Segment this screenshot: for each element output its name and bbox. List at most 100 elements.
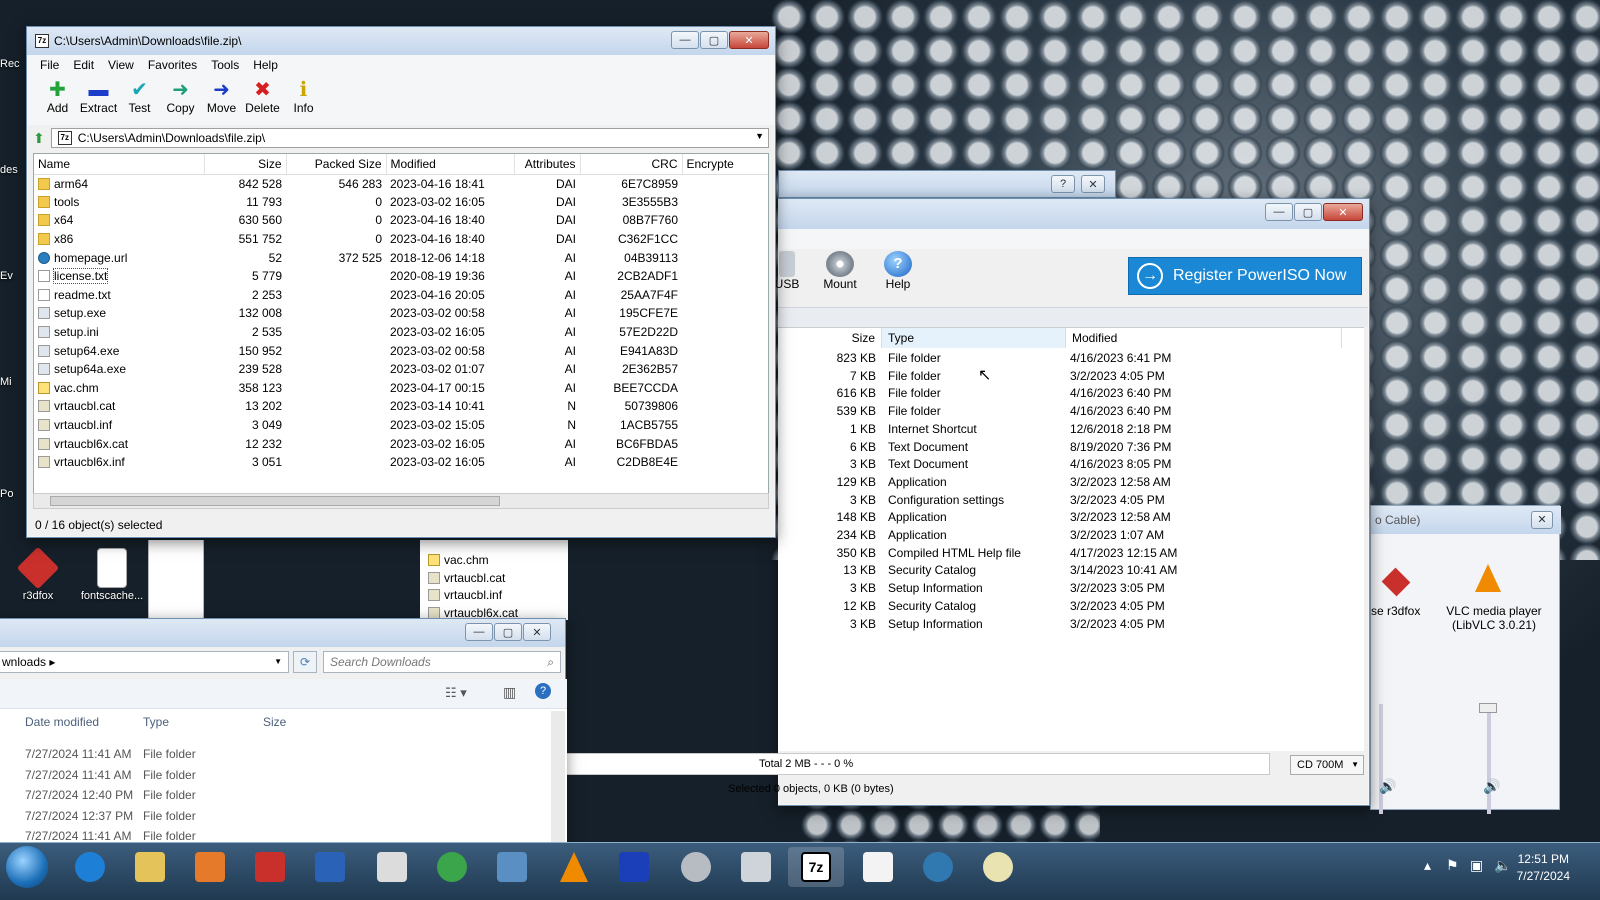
taskbar-button[interactable]	[910, 847, 966, 887]
network-icon[interactable]: ▣	[1470, 857, 1483, 874]
list-item[interactable]: 234 KB Application 3/2/2023 1:07 AM	[778, 527, 1364, 545]
taskbar-button[interactable]	[62, 847, 118, 887]
preview-pane-icon[interactable]: ▥	[503, 684, 516, 701]
chevron-down-icon[interactable]: ▼	[755, 131, 764, 141]
vertical-scrollbar[interactable]	[551, 711, 565, 859]
list-item[interactable]: 13 KB Security Catalog 3/14/2023 10:41 AM	[778, 562, 1364, 580]
table-row[interactable]: setup64.exe 150 952 2023-03-02 00:58 AI E941…	[34, 341, 768, 360]
table-row[interactable]: setup64a.exe 239 528 2023-03-02 01:07 AI 2E3…	[34, 360, 768, 379]
list-item[interactable]: 3 KB Setup Information 3/2/2023 3:05 PM	[778, 580, 1364, 598]
list-item[interactable]: 129 KB Application 3/2/2023 12:58 AM	[778, 474, 1364, 492]
table-row[interactable]: readme.txt 2 253 2023-04-16 20:05 AI 25AA7F4…	[34, 286, 768, 305]
refresh-icon[interactable]: ⟳	[293, 651, 317, 673]
maximize-button[interactable]: ▢	[494, 623, 522, 641]
flag-icon[interactable]: ⚑	[1446, 857, 1459, 874]
scrollbar-thumb[interactable]	[50, 496, 500, 506]
show-hidden-icons[interactable]: ▴	[1424, 857, 1431, 874]
list-item[interactable]: 616 KB File folder 4/16/2023 6:40 PM	[778, 385, 1364, 403]
taskbar-button[interactable]	[182, 847, 238, 887]
menu-favorites[interactable]: Favorites	[141, 58, 204, 72]
menu-tools[interactable]: Tools	[204, 58, 246, 72]
column-header-date[interactable]: Date modified	[25, 715, 99, 729]
address-input[interactable]: 7z C:\Users\Admin\Downloads\file.zip\ ▼	[50, 128, 769, 148]
list-item[interactable]: 7 KB File folder 3/2/2023 4:05 PM	[778, 368, 1364, 386]
taskbar-button[interactable]	[970, 847, 1026, 887]
column-header-attributes[interactable]: Attributes	[514, 154, 581, 175]
list-item[interactable]: 1 KB Internet Shortcut 12/6/2018 2:18 PM	[778, 421, 1364, 439]
table-row[interactable]: x86 551 752 0 2023-04-16 18:40 DAI C362F1CC	[34, 230, 768, 249]
close-button[interactable]: ✕	[1323, 203, 1363, 221]
list-item[interactable]: 148 KB Application 3/2/2023 12:58 AM	[778, 509, 1364, 527]
toolbar-button-info[interactable]: ℹ Info	[283, 79, 324, 115]
close-button[interactable]: ✕	[1081, 175, 1105, 193]
view-options-icon[interactable]: ☷ ▾	[445, 685, 467, 701]
table-row[interactable]: vrtaucbl6x.cat 12 232 2023-03-02 16:05 AI BC…	[34, 434, 768, 453]
clock[interactable]: 12:51 PM 7/27/2024	[1517, 851, 1570, 885]
volume-slider[interactable]	[1379, 704, 1383, 814]
search-input[interactable]: Search Downloads ⌕	[323, 651, 561, 673]
table-row[interactable]: setup.exe 132 008 2023-03-02 00:58 AI 195CFE…	[34, 304, 768, 323]
toolbar-button-move[interactable]: ➜ Move	[201, 79, 242, 115]
taskbar-button[interactable]	[424, 847, 480, 887]
taskbar-button[interactable]	[606, 847, 662, 887]
list-item[interactable]: 3 KB Text Document 4/16/2023 8:05 PM	[778, 456, 1364, 474]
tree-item[interactable]: vrtaucbl.inf	[428, 587, 518, 605]
mount-tool-button[interactable]: Mount	[816, 251, 864, 291]
table-row[interactable]: vrtaucbl.cat 13 202 2023-03-14 10:41 N 50739…	[34, 397, 768, 416]
toolbar-button-add[interactable]: ✚ Add	[37, 79, 78, 115]
slider-thumb[interactable]	[1479, 703, 1497, 713]
list-item[interactable]: 7/27/2024 11:41 AM File folder	[0, 747, 547, 765]
toolbar-button-copy[interactable]: ➜ Copy	[160, 79, 201, 115]
toolbar-button-delete[interactable]: ✖ Delete	[242, 79, 283, 115]
list-item[interactable]: 7/27/2024 11:41 AM File folder	[0, 768, 547, 786]
list-item[interactable]: 7/27/2024 12:40 PM File folder	[0, 788, 547, 806]
table-row[interactable]: tools 11 793 0 2023-03-02 16:05 DAI 3E3555B3	[34, 193, 768, 212]
desktop-icon-r3dfox[interactable]: r3dfox	[2, 546, 74, 602]
minimize-button[interactable]: —	[465, 623, 493, 641]
maximize-button[interactable]: ▢	[1294, 203, 1322, 221]
taskbar-button[interactable]: 7z	[788, 847, 844, 887]
column-header-name[interactable]: Name	[34, 154, 205, 175]
menu-edit[interactable]: Edit	[66, 58, 101, 72]
column-header-size[interactable]: Size	[204, 154, 287, 175]
desktop-icon-fontscache[interactable]: fontscache...	[76, 548, 148, 602]
media-type-select[interactable]: CD 700M ▼	[1290, 755, 1364, 775]
taskbar-button[interactable]	[850, 847, 906, 887]
list-item[interactable]: 350 KB Compiled HTML Help file 4/17/2023 1…	[778, 545, 1364, 563]
usb-tool-button[interactable]: USB	[772, 251, 802, 291]
list-item[interactable]: 539 KB File folder 4/16/2023 6:40 PM	[778, 403, 1364, 421]
taskbar-button[interactable]	[122, 847, 178, 887]
column-header-crc[interactable]: CRC	[580, 154, 683, 175]
horizontal-scrollbar[interactable]	[33, 493, 769, 509]
table-row[interactable]: license.txt 5 779 2020-08-19 19:36 AI 2CB2AD…	[34, 267, 768, 286]
taskbar-button[interactable]	[364, 847, 420, 887]
breadcrumb[interactable]: wnloads ▸ ▼	[0, 651, 289, 673]
volume-icon[interactable]: 🔈	[1494, 857, 1511, 874]
toolbar-button-test[interactable]: ✔ Test	[119, 79, 160, 115]
list-item[interactable]: 12 KB Security Catalog 3/2/2023 4:05 PM	[778, 598, 1364, 616]
tree-item[interactable]: vac.chm	[428, 552, 518, 570]
minimize-button[interactable]: —	[1265, 203, 1293, 221]
column-header-size[interactable]: Size	[263, 715, 286, 729]
menu-help[interactable]: Help	[246, 58, 285, 72]
list-item[interactable]: 7/27/2024 12:37 PM File folder	[0, 809, 547, 827]
list-item[interactable]: 3 KB Configuration settings 3/2/2023 4:05 …	[778, 492, 1364, 510]
taskbar-button[interactable]	[242, 847, 298, 887]
maximize-button[interactable]: ▢	[700, 31, 728, 49]
tree-item[interactable]: vrtaucbl.cat	[428, 570, 518, 588]
column-header-size[interactable]: Size	[778, 328, 882, 348]
taskbar-button[interactable]	[484, 847, 540, 887]
register-poweriso-button[interactable]: → Register PowerISO Now	[1128, 257, 1362, 295]
column-header-type[interactable]: Type	[882, 328, 1066, 348]
close-button[interactable]: ✕	[523, 623, 551, 641]
column-header-type[interactable]: Type	[143, 715, 169, 729]
help-button[interactable]: ?	[1051, 175, 1075, 193]
menu-view[interactable]: View	[101, 58, 141, 72]
column-header-modified[interactable]: Modified	[1066, 328, 1342, 348]
table-row[interactable]: arm64 842 528 546 283 2023-04-16 18:41 DAI 6E…	[34, 174, 768, 193]
taskbar-button[interactable]	[546, 847, 602, 887]
column-header-packed-size[interactable]: Packed Size	[286, 154, 387, 175]
minimize-button[interactable]: —	[671, 31, 699, 49]
toolbar-button-extract[interactable]: ▬ Extract	[78, 79, 119, 115]
taskbar-button[interactable]	[668, 847, 724, 887]
